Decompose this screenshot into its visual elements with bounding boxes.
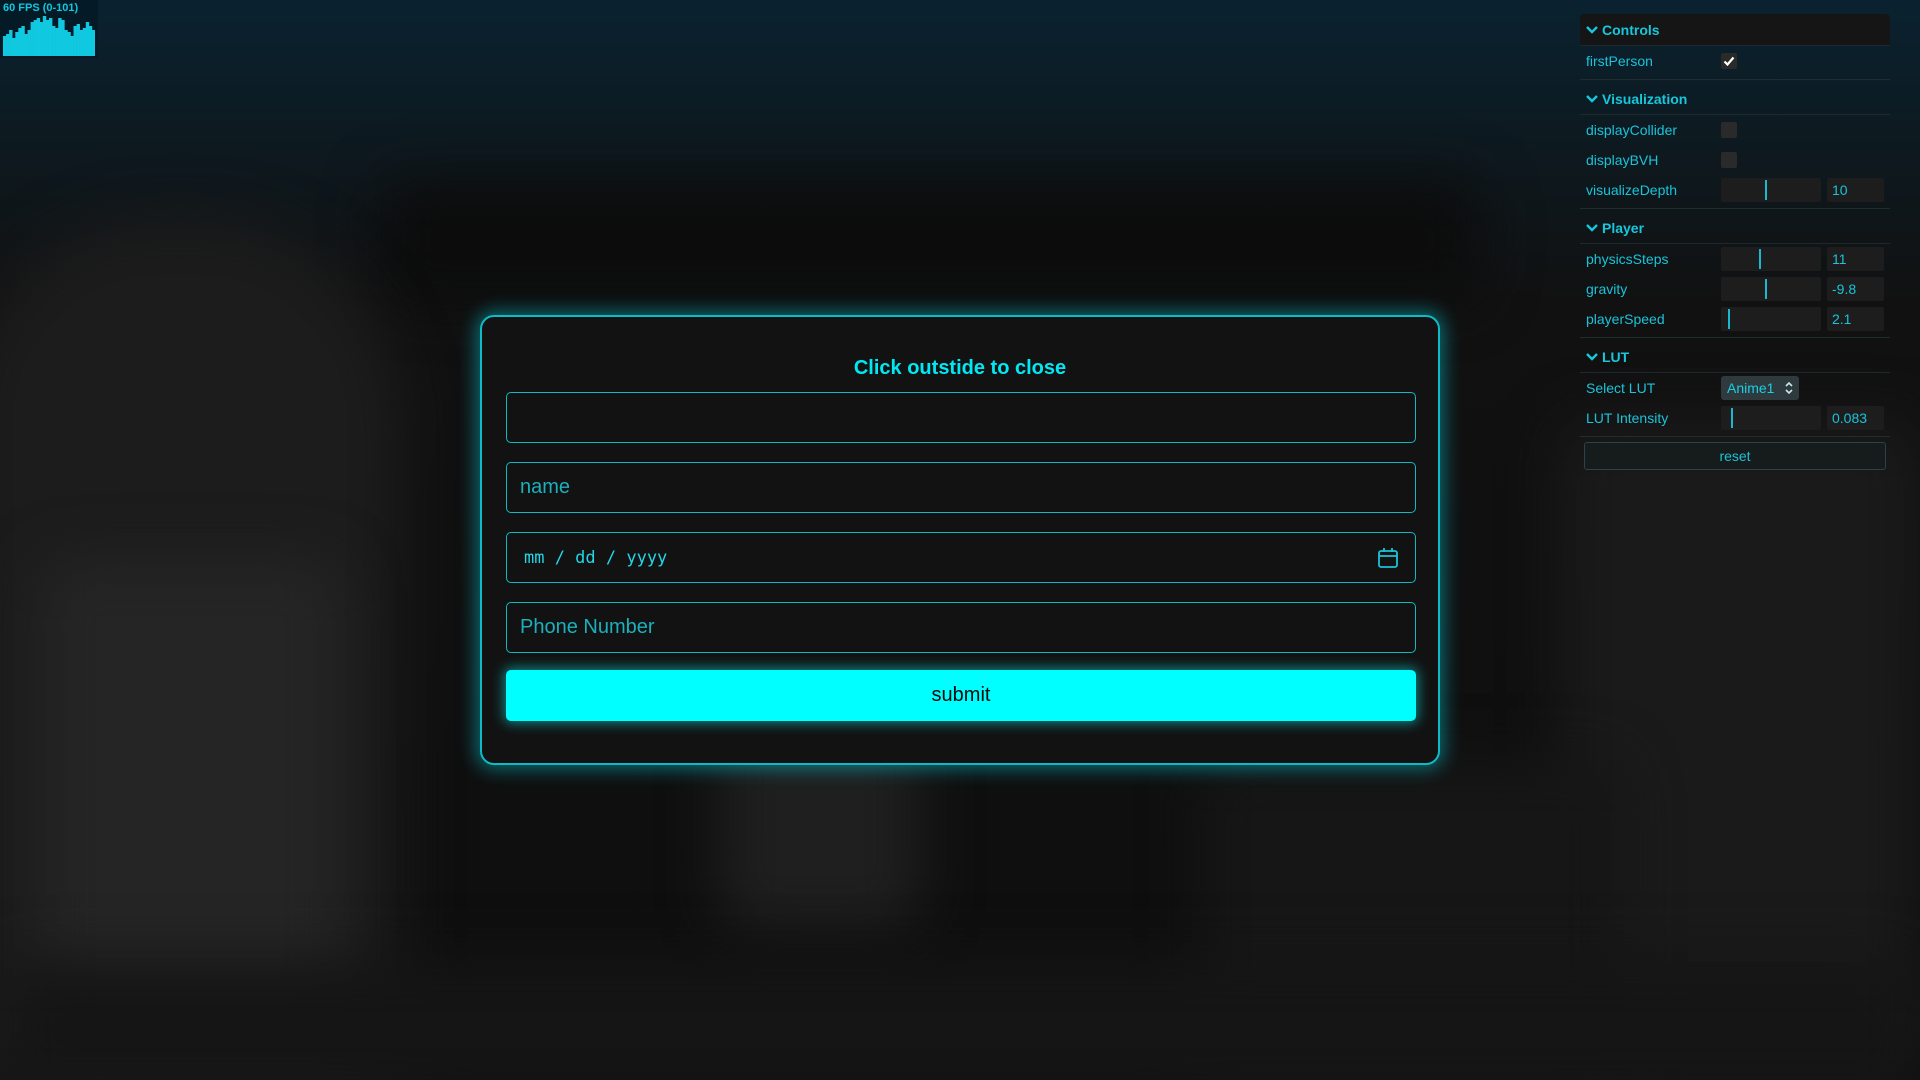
slider-handle[interactable] — [1765, 180, 1768, 200]
display-bvh-checkbox[interactable] — [1721, 152, 1737, 168]
folder-lut-title: LUT — [1602, 348, 1630, 365]
row-select-lut: Select LUT Anime1 — [1580, 373, 1890, 403]
gui-panel: Controls firstPerson Visualization displ… — [1580, 14, 1890, 470]
display-collider-checkbox[interactable] — [1721, 122, 1737, 138]
fps-bar — [52, 26, 56, 56]
folder-lut[interactable]: LUT — [1580, 341, 1890, 373]
calendar-icon[interactable] — [1377, 547, 1399, 569]
lut-intensity-label: LUT Intensity — [1586, 410, 1669, 426]
slider-handle[interactable] — [1730, 408, 1733, 428]
fps-bar — [49, 18, 53, 56]
name-input[interactable] — [506, 462, 1416, 513]
fps-bar — [79, 30, 84, 56]
physics-steps-label: physicsSteps — [1586, 251, 1669, 267]
fps-bar — [91, 30, 95, 56]
folder-visualization[interactable]: Visualization — [1580, 83, 1890, 115]
fps-bar — [6, 34, 10, 56]
gravity-slider[interactable] — [1721, 277, 1821, 301]
fps-bar — [12, 38, 16, 56]
fps-bar — [88, 26, 93, 56]
fps-bar — [9, 30, 13, 56]
player-speed-label: playerSpeed — [1586, 311, 1665, 327]
slider-handle[interactable] — [1727, 309, 1730, 329]
fps-bar — [33, 20, 38, 56]
chevron-down-icon — [1586, 94, 1598, 103]
player-speed-input[interactable]: 2.1 — [1827, 307, 1884, 331]
lut-intensity-slider[interactable] — [1721, 406, 1821, 430]
fps-bar — [27, 30, 31, 56]
fps-graph — [3, 16, 95, 56]
row-physics-steps: physicsSteps 11 — [1580, 244, 1890, 274]
visualize-depth-input[interactable]: 10 — [1827, 178, 1884, 202]
fps-bar — [76, 24, 80, 56]
row-first-person: firstPerson — [1580, 46, 1890, 76]
phone-input[interactable] — [506, 602, 1416, 653]
row-gravity: gravity -9.8 — [1580, 274, 1890, 304]
fps-bar — [61, 20, 65, 56]
visualize-depth-label: visualizeDepth — [1586, 182, 1678, 198]
fps-bar — [42, 16, 47, 56]
folder-visualization-title: Visualization — [1602, 90, 1688, 107]
gravity-input[interactable]: -9.8 — [1827, 277, 1884, 301]
fps-bar — [64, 30, 68, 56]
date-input[interactable]: mm / dd / yyyy — [506, 532, 1416, 583]
form-modal: Click outstide to close mm / dd / yyyy s… — [480, 315, 1440, 765]
display-bvh-label: displayBVH — [1586, 152, 1659, 168]
physics-steps-slider[interactable] — [1721, 247, 1821, 271]
slider-handle[interactable] — [1765, 279, 1768, 299]
chevron-down-icon — [1586, 25, 1598, 34]
slider-handle[interactable] — [1758, 249, 1761, 269]
modal-title: Click outstide to close — [853, 357, 1067, 379]
visualize-depth-slider[interactable] — [1721, 178, 1821, 202]
row-display-collider: displayCollider — [1580, 115, 1890, 145]
fps-bar — [70, 36, 74, 56]
fps-meter[interactable]: 60 FPS (0-101) — [0, 0, 98, 58]
row-display-bvh: displayBVH — [1580, 145, 1890, 175]
select-lut-label: Select LUT — [1586, 380, 1656, 396]
row-visualize-depth: visualizeDepth 10 — [1580, 175, 1890, 205]
folder-controls-title: Controls — [1602, 21, 1660, 38]
fps-bar — [67, 32, 71, 56]
chevron-down-icon — [1586, 223, 1598, 232]
date-placeholder: mm / dd / yyyy — [524, 547, 668, 568]
first-person-checkbox[interactable] — [1721, 53, 1737, 69]
lut-intensity-input[interactable]: 0.083 — [1827, 406, 1884, 430]
chevron-down-icon — [1586, 352, 1598, 361]
row-lut-intensity: LUT Intensity 0.083 — [1580, 403, 1890, 433]
fps-bar — [82, 28, 87, 56]
first-person-label: firstPerson — [1586, 53, 1653, 69]
fps-bar — [18, 28, 22, 56]
fps-bar — [45, 20, 50, 56]
fps-bar — [55, 28, 59, 56]
lut-select[interactable]: Anime1 — [1721, 376, 1799, 400]
gravity-label: gravity — [1586, 281, 1628, 297]
select-arrows-icon — [1785, 381, 1793, 395]
fps-bar — [39, 22, 44, 56]
folder-controls[interactable]: Controls — [1580, 14, 1890, 46]
fps-bar — [73, 26, 77, 56]
fps-label: 60 FPS (0-101) — [3, 2, 79, 14]
checkmark-icon — [1723, 56, 1735, 67]
fps-bar — [3, 36, 7, 56]
fps-bar — [85, 22, 90, 56]
fps-bar — [24, 34, 28, 56]
lut-select-value: Anime1 — [1727, 380, 1775, 396]
submit-button[interactable]: submit — [506, 670, 1416, 721]
first-input[interactable] — [506, 392, 1416, 443]
player-speed-slider[interactable] — [1721, 307, 1821, 331]
fps-bar — [36, 18, 41, 56]
fps-bar — [30, 22, 34, 56]
folder-player[interactable]: Player — [1580, 212, 1890, 244]
row-player-speed: playerSpeed 2.1 — [1580, 304, 1890, 334]
fps-bar — [58, 18, 62, 56]
display-collider-label: displayCollider — [1586, 122, 1678, 138]
fps-bar — [15, 32, 19, 56]
physics-steps-input[interactable]: 11 — [1827, 247, 1884, 271]
fps-bar — [21, 26, 25, 56]
folder-player-title: Player — [1602, 219, 1645, 236]
reset-button[interactable]: reset — [1584, 442, 1886, 470]
